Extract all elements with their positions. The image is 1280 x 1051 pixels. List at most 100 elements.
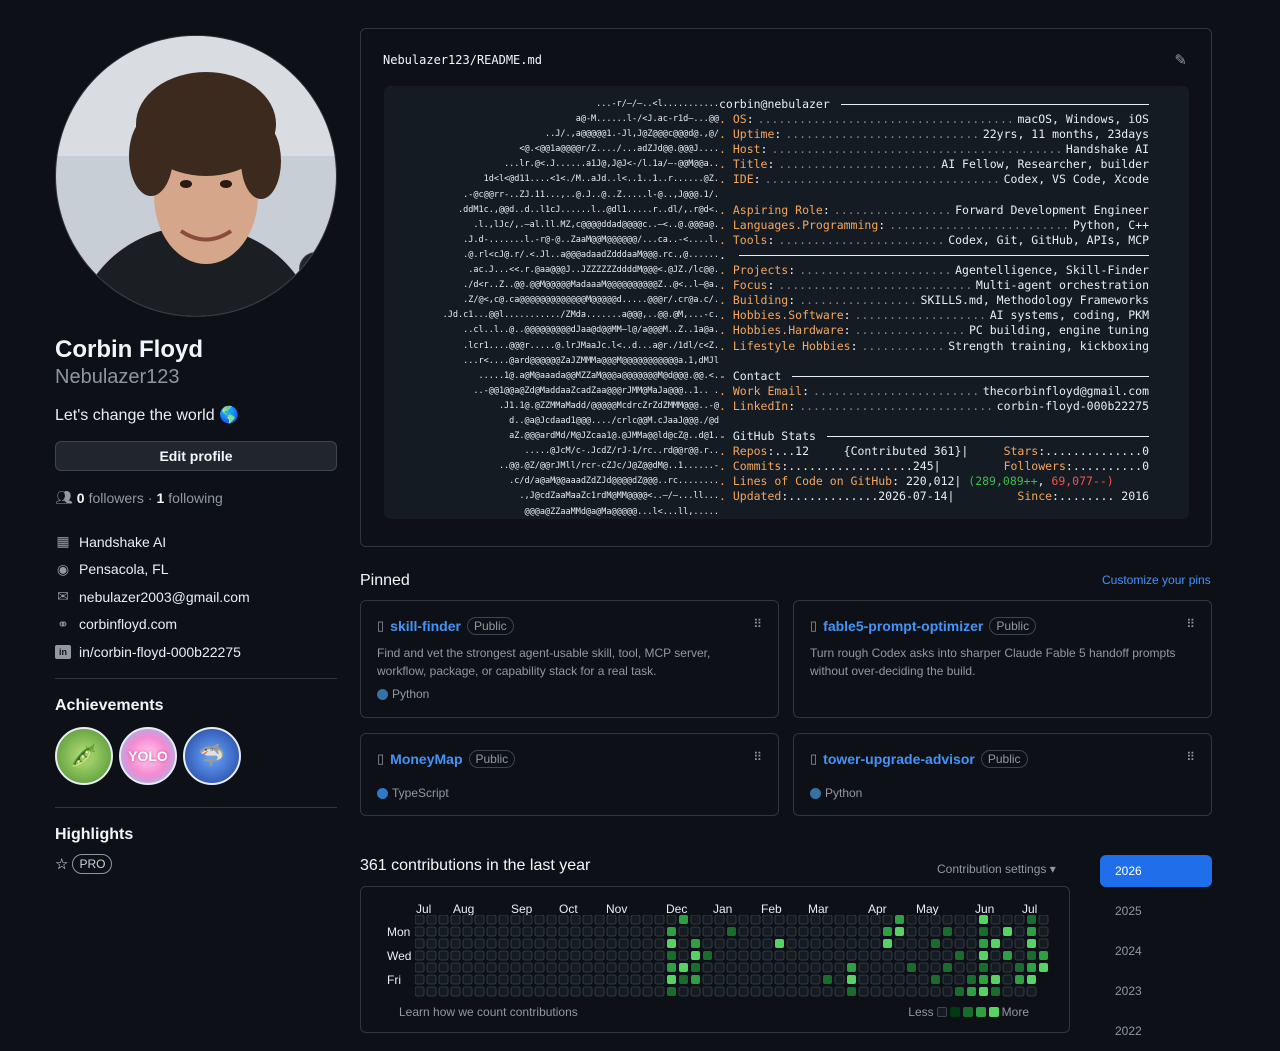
contribution-day[interactable] (979, 951, 988, 960)
contribution-day[interactable] (594, 926, 605, 937)
contribution-day[interactable] (594, 915, 605, 925)
contribution-day[interactable] (894, 938, 905, 949)
contribution-day[interactable] (594, 962, 605, 973)
contribution-day[interactable] (558, 974, 569, 985)
contribution-day[interactable] (726, 915, 737, 925)
contribution-day[interactable] (594, 986, 605, 997)
contribution-day[interactable] (702, 962, 713, 973)
contribution-day[interactable] (642, 926, 653, 937)
contribution-day[interactable] (966, 962, 977, 973)
contribution-day[interactable] (450, 950, 461, 961)
contribution-day[interactable] (750, 926, 761, 937)
contribution-day[interactable] (786, 915, 797, 925)
contribution-day[interactable] (907, 963, 916, 972)
contribution-day[interactable] (534, 950, 545, 961)
readme-file[interactable]: README.md (477, 53, 542, 67)
contribution-day[interactable] (1015, 963, 1024, 972)
contribution-day[interactable] (810, 974, 821, 985)
contribution-day[interactable] (1002, 974, 1013, 985)
year-2024[interactable]: 2024 (1100, 931, 1212, 971)
contribution-day[interactable] (834, 938, 845, 949)
contribution-day[interactable] (738, 950, 749, 961)
contribution-day[interactable] (678, 950, 689, 961)
contribution-day[interactable] (990, 915, 1001, 925)
contribution-day[interactable] (630, 962, 641, 973)
contribution-day[interactable] (967, 987, 976, 996)
contribution-day[interactable] (858, 950, 869, 961)
contribution-day[interactable] (415, 926, 425, 937)
contribution-day[interactable] (1002, 962, 1013, 973)
contribution-day[interactable] (979, 963, 988, 972)
contribution-day[interactable] (510, 950, 521, 961)
contribution-day[interactable] (798, 974, 809, 985)
contribution-day[interactable] (775, 939, 784, 948)
repo-name-link[interactable]: MoneyMap (390, 751, 462, 767)
contribution-day[interactable] (906, 915, 917, 925)
contribution-day[interactable] (462, 986, 473, 997)
contribution-day[interactable] (570, 974, 581, 985)
contribution-day[interactable] (834, 962, 845, 973)
contribution-day[interactable] (1015, 975, 1024, 984)
contribution-day[interactable] (895, 915, 904, 924)
contribution-day[interactable] (966, 950, 977, 961)
contribution-day[interactable] (691, 939, 700, 948)
contribution-day[interactable] (690, 986, 701, 997)
contribution-day[interactable] (426, 962, 437, 973)
contribution-day[interactable] (822, 915, 833, 925)
contribution-day[interactable] (714, 986, 725, 997)
contribution-day[interactable] (714, 974, 725, 985)
contribution-day[interactable] (667, 987, 676, 996)
contribution-day[interactable] (954, 926, 965, 937)
contribution-day[interactable] (522, 926, 533, 937)
contribution-day[interactable] (426, 915, 437, 925)
contribution-day[interactable] (654, 962, 665, 973)
contribution-day[interactable] (738, 938, 749, 949)
contribution-day[interactable] (426, 926, 437, 937)
contribution-day[interactable] (702, 915, 713, 925)
contribution-day[interactable] (691, 963, 700, 972)
contribution-day[interactable] (534, 926, 545, 937)
learn-contributions-link[interactable]: Learn how we count contributions (399, 1005, 578, 1019)
contribution-day[interactable] (1003, 927, 1012, 936)
contribution-day[interactable] (618, 950, 629, 961)
contribution-day[interactable] (786, 926, 797, 937)
contribution-day[interactable] (426, 950, 437, 961)
contribution-day[interactable] (1027, 939, 1036, 948)
contribution-day[interactable] (990, 950, 1001, 961)
contribution-day[interactable] (486, 974, 497, 985)
contribution-day[interactable] (870, 962, 881, 973)
contribution-day[interactable] (582, 938, 593, 949)
contribution-day[interactable] (750, 915, 761, 925)
contribution-day[interactable] (966, 926, 977, 937)
contribution-day[interactable] (498, 938, 509, 949)
contribution-day[interactable] (618, 926, 629, 937)
contribution-day[interactable] (415, 950, 425, 961)
contribution-day[interactable] (450, 915, 461, 925)
contribution-day[interactable] (570, 986, 581, 997)
contribution-day[interactable] (979, 975, 988, 984)
yolo-icon[interactable]: YOLO (119, 726, 177, 785)
pro-badge[interactable]: PRO (72, 853, 113, 874)
contribution-day[interactable] (786, 938, 797, 949)
contribution-day[interactable] (870, 950, 881, 961)
contribution-day[interactable] (606, 950, 617, 961)
contribution-day[interactable] (870, 938, 881, 949)
contribution-day[interactable] (426, 938, 437, 949)
contribution-day[interactable] (918, 962, 929, 973)
contribution-day[interactable] (1014, 915, 1025, 925)
drag-handle-icon[interactable]: ⠿ (1186, 617, 1195, 631)
contribution-day[interactable] (858, 974, 869, 985)
contribution-day[interactable] (462, 962, 473, 973)
contribution-day[interactable] (546, 986, 557, 997)
contribution-day[interactable] (979, 915, 988, 924)
contribution-day[interactable] (774, 926, 785, 937)
contribution-day[interactable] (918, 986, 929, 997)
contribution-day[interactable] (654, 926, 665, 937)
contribution-day[interactable] (774, 974, 785, 985)
contribution-day[interactable] (1003, 951, 1012, 960)
contribution-day[interactable] (1027, 927, 1036, 936)
contribution-day[interactable] (462, 974, 473, 985)
contribution-day[interactable] (883, 939, 892, 948)
contribution-day[interactable] (630, 915, 641, 925)
contribution-day[interactable] (882, 986, 893, 997)
